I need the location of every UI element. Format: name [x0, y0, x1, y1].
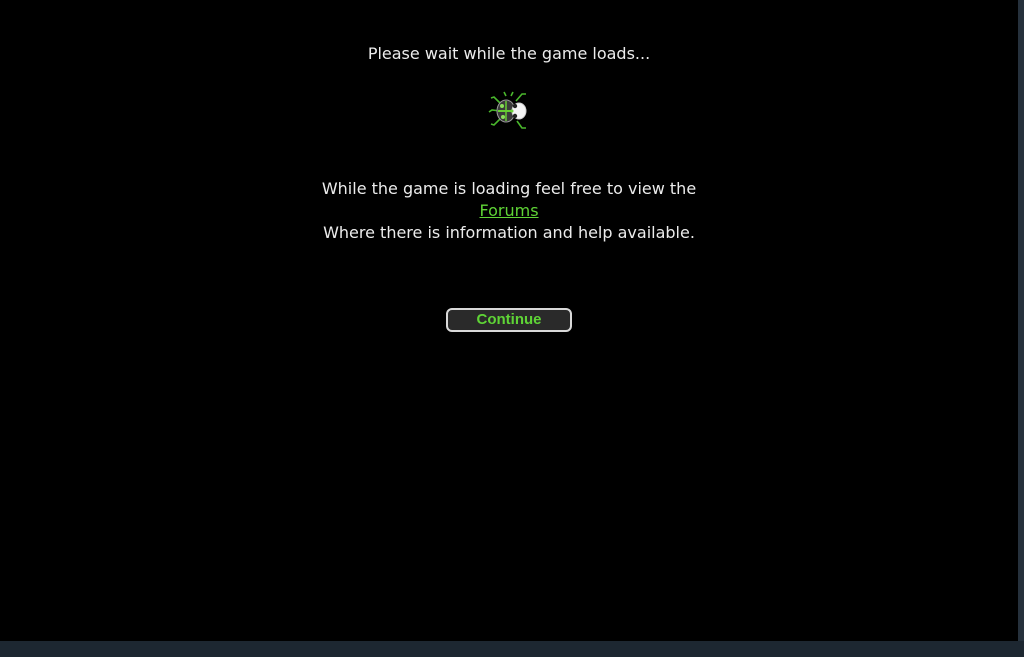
forums-link[interactable]: Forums: [479, 200, 538, 222]
loading-message: Please wait while the game loads...: [367, 44, 651, 63]
continue-button[interactable]: Continue: [446, 308, 572, 332]
beetle-loading-icon: [488, 91, 527, 129]
window-right-border: [1018, 0, 1024, 641]
info-line-2: Where there is information and help avai…: [323, 223, 695, 242]
window-bottom-border: [0, 641, 1024, 657]
game-loading-screen: Please wait while the game loads... Whil…: [0, 0, 1018, 641]
info-line-1: While the game is loading feel free to v…: [321, 179, 697, 198]
forum-info: While the game is loading feel free to v…: [0, 178, 1018, 244]
